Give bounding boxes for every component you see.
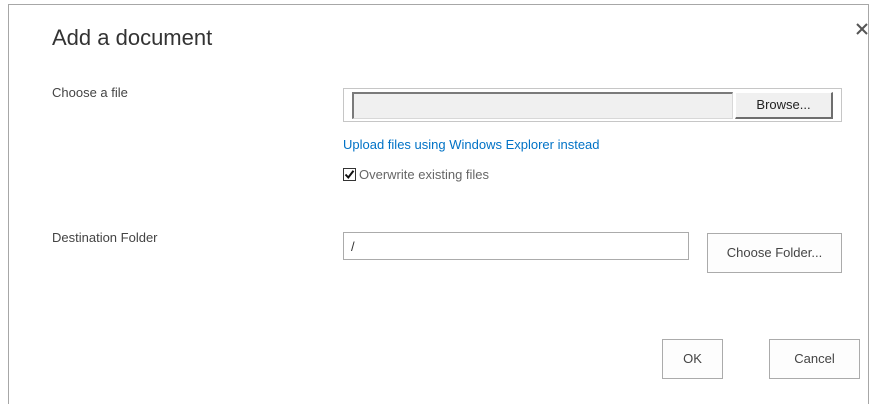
close-icon[interactable] <box>853 20 871 38</box>
add-document-dialog: Add a document Choose a file Browse... U… <box>8 4 869 404</box>
choose-folder-button[interactable]: Choose Folder... <box>707 233 842 273</box>
overwrite-option: Overwrite existing files <box>343 165 489 183</box>
checkmark-icon <box>344 169 355 179</box>
ok-button[interactable]: OK <box>662 339 723 379</box>
file-picker: Browse... <box>343 88 842 122</box>
cancel-button[interactable]: Cancel <box>769 339 860 379</box>
file-path-input[interactable] <box>352 92 733 119</box>
dialog-title: Add a document <box>52 25 213 50</box>
overwrite-label: Overwrite existing files <box>359 166 490 182</box>
browse-button[interactable]: Browse... <box>735 92 833 119</box>
overwrite-checkbox[interactable] <box>343 167 356 181</box>
choose-file-label: Choose a file <box>52 85 128 100</box>
upload-explorer-link[interactable]: Upload files using Windows Explorer inst… <box>343 137 600 152</box>
destination-folder-input[interactable] <box>343 232 689 260</box>
destination-folder-label: Destination Folder <box>52 230 158 245</box>
